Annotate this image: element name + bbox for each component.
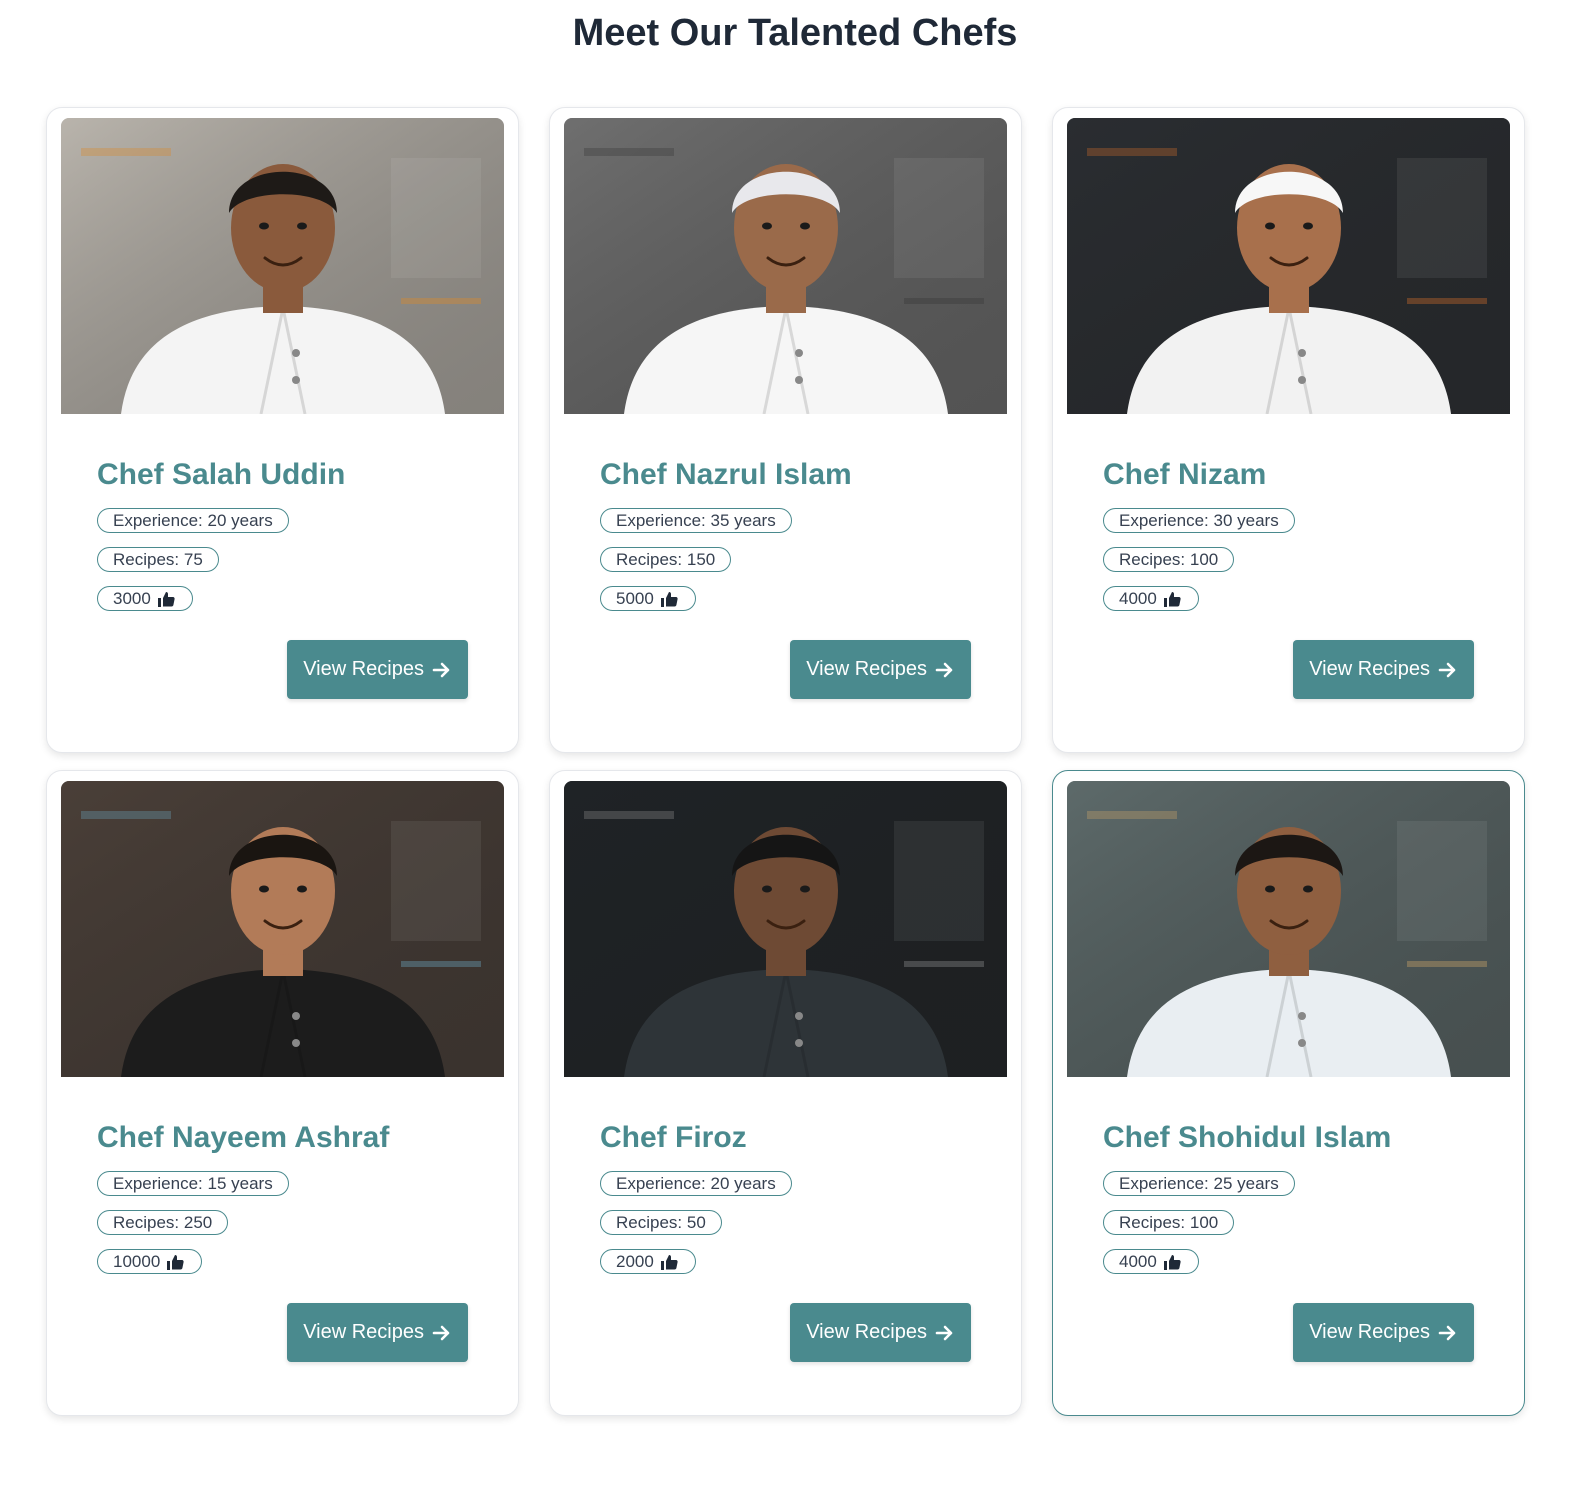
experience-badge: Experience: 20 years bbox=[600, 1171, 792, 1196]
likes-badge: 5000 bbox=[600, 586, 696, 611]
chef-grid: Chef Salah Uddin Experience: 20 years Re… bbox=[46, 107, 1544, 1416]
view-recipes-label: View Recipes bbox=[806, 658, 927, 680]
chefs-page: Meet Our Talented Chefs Chef Salah Uddin… bbox=[0, 0, 1590, 1489]
view-recipes-button[interactable]: View Recipes bbox=[790, 640, 971, 699]
view-recipes-button[interactable]: View Recipes bbox=[1293, 1303, 1474, 1362]
chef-portrait-image bbox=[564, 781, 1007, 1077]
chef-portrait-image bbox=[61, 781, 504, 1077]
thumbs-up-icon bbox=[167, 1254, 184, 1270]
experience-badge: Experience: 35 years bbox=[600, 508, 792, 533]
chef-card: Chef Nizam Experience: 30 years Recipes:… bbox=[1052, 107, 1525, 753]
likes-count: 4000 bbox=[1119, 588, 1157, 608]
thumbs-up-icon bbox=[660, 591, 678, 607]
likes-count: 2000 bbox=[616, 1251, 654, 1271]
chef-portrait-image bbox=[564, 118, 1007, 414]
likes-count: 5000 bbox=[616, 588, 654, 608]
experience-badge: Experience: 25 years bbox=[1103, 1171, 1295, 1196]
view-recipes-label: View Recipes bbox=[303, 1321, 424, 1343]
thumbs-up-icon bbox=[1163, 591, 1181, 607]
chef-card: Chef Shohidul Islam Experience: 25 years… bbox=[1052, 770, 1525, 1416]
recipes-badge: Recipes: 250 bbox=[97, 1210, 229, 1235]
chef-photo bbox=[564, 781, 1007, 1077]
likes-badge: 2000 bbox=[600, 1249, 696, 1274]
recipes-badge: Recipes: 150 bbox=[600, 547, 732, 572]
likes-count: 3000 bbox=[113, 588, 151, 608]
chef-portrait-image bbox=[1067, 118, 1510, 414]
likes-count: 4000 bbox=[1119, 1251, 1157, 1271]
chef-photo bbox=[564, 118, 1007, 414]
likes-badge: 4000 bbox=[1103, 586, 1199, 611]
arrow-right-icon bbox=[432, 1325, 450, 1340]
chef-portrait-image bbox=[1067, 781, 1510, 1077]
chef-card: Chef Nazrul Islam Experience: 35 years R… bbox=[549, 107, 1022, 753]
likes-badge: 3000 bbox=[97, 586, 193, 611]
chef-card: Chef Nayeem Ashraf Experience: 15 years … bbox=[46, 770, 519, 1416]
chef-name: Chef Nazrul Islam bbox=[600, 458, 852, 491]
chef-name: Chef Shohidul Islam bbox=[1103, 1121, 1392, 1154]
view-recipes-label: View Recipes bbox=[806, 1321, 927, 1343]
likes-count: 10000 bbox=[113, 1251, 161, 1271]
experience-badge: Experience: 20 years bbox=[97, 508, 289, 533]
view-recipes-button[interactable]: View Recipes bbox=[1293, 640, 1474, 699]
chef-photo bbox=[1067, 118, 1510, 414]
chef-photo bbox=[1067, 781, 1510, 1077]
chef-card: Chef Salah Uddin Experience: 20 years Re… bbox=[46, 107, 519, 753]
view-recipes-button[interactable]: View Recipes bbox=[287, 1303, 468, 1362]
arrow-right-icon bbox=[935, 1325, 953, 1340]
view-recipes-label: View Recipes bbox=[1309, 1321, 1430, 1343]
chef-name: Chef Salah Uddin bbox=[97, 458, 346, 491]
thumbs-up-icon bbox=[157, 591, 175, 607]
recipes-badge: Recipes: 75 bbox=[97, 547, 219, 572]
thumbs-up-icon bbox=[1163, 1254, 1181, 1270]
experience-badge: Experience: 30 years bbox=[1103, 508, 1295, 533]
arrow-right-icon bbox=[1438, 1325, 1456, 1340]
chef-portrait-image bbox=[61, 118, 504, 414]
recipes-badge: Recipes: 50 bbox=[600, 1210, 722, 1235]
recipes-badge: Recipes: 100 bbox=[1103, 1210, 1235, 1235]
chef-photo bbox=[61, 781, 504, 1077]
arrow-right-icon bbox=[1438, 662, 1456, 677]
chef-photo bbox=[61, 118, 504, 414]
view-recipes-label: View Recipes bbox=[1309, 658, 1430, 680]
recipes-badge: Recipes: 100 bbox=[1103, 547, 1235, 572]
page-title: Meet Our Talented Chefs bbox=[572, 12, 1018, 54]
view-recipes-button[interactable]: View Recipes bbox=[287, 640, 468, 699]
likes-badge: 10000 bbox=[97, 1249, 203, 1274]
chef-name: Chef Nayeem Ashraf bbox=[97, 1121, 390, 1154]
chef-card: Chef Firoz Experience: 20 years Recipes:… bbox=[549, 770, 1022, 1416]
arrow-right-icon bbox=[935, 662, 953, 677]
arrow-right-icon bbox=[432, 662, 450, 677]
experience-badge: Experience: 15 years bbox=[97, 1171, 289, 1196]
thumbs-up-icon bbox=[660, 1254, 678, 1270]
chef-name: Chef Nizam bbox=[1103, 458, 1267, 491]
view-recipes-button[interactable]: View Recipes bbox=[790, 1303, 971, 1362]
chef-name: Chef Firoz bbox=[600, 1121, 747, 1154]
likes-badge: 4000 bbox=[1103, 1249, 1199, 1274]
view-recipes-label: View Recipes bbox=[303, 658, 424, 680]
